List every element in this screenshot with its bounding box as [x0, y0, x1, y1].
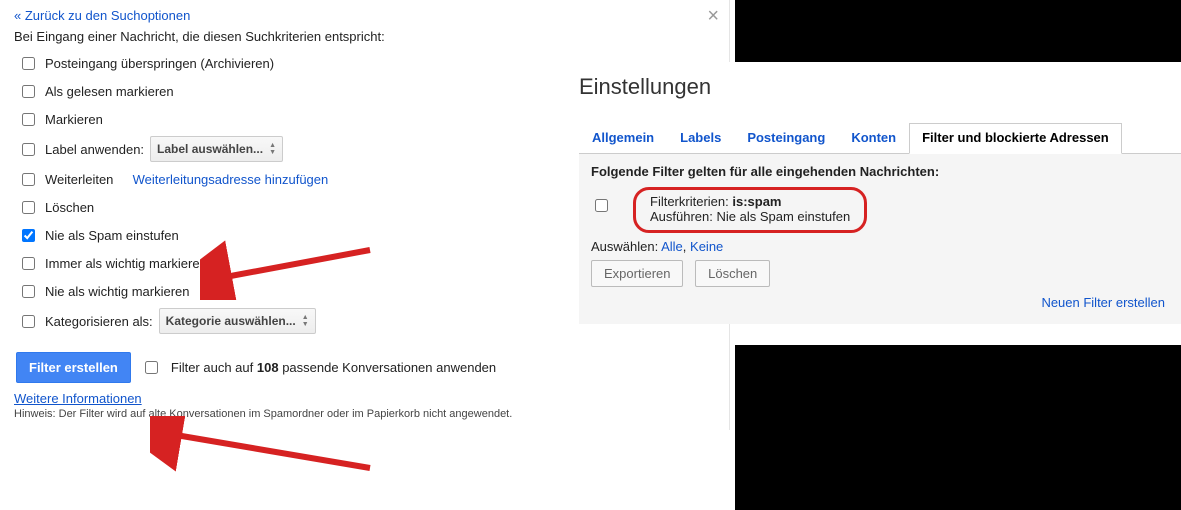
filters-panel-body: Folgende Filter gelten für alle eingehen… — [579, 154, 1181, 324]
apply-label-label: Label anwenden: — [45, 142, 144, 157]
select-arrows-icon: ▲▼ — [269, 142, 276, 156]
more-info-link[interactable]: Weitere Informationen — [14, 391, 142, 406]
never-spam-label: Nie als Spam einstufen — [45, 228, 179, 243]
delete-checkbox[interactable] — [22, 201, 35, 214]
mark-read-label: Als gelesen markieren — [45, 84, 174, 99]
categorize-label: Kategorisieren als: — [45, 314, 153, 329]
forward-label: Weiterleiten — [45, 172, 113, 187]
also-apply-prefix: Filter auch auf — [171, 360, 257, 375]
never-spam-checkbox[interactable] — [22, 229, 35, 242]
star-label: Markieren — [45, 112, 103, 127]
apply-label-checkbox[interactable] — [22, 143, 35, 156]
back-to-search-options-link[interactable]: « Zurück zu den Suchoptionen — [14, 8, 190, 23]
tab-filters[interactable]: Filter und blockierte Adressen — [909, 123, 1122, 154]
never-important-checkbox[interactable] — [22, 285, 35, 298]
redaction-block — [735, 345, 1181, 510]
category-select-value: Kategorie auswählen... — [166, 314, 296, 328]
select-arrows-icon: ▲▼ — [302, 314, 309, 328]
filter-row-checkbox[interactable] — [595, 199, 608, 212]
also-apply-suffix: passende Konversationen anwenden — [279, 360, 497, 375]
forward-checkbox[interactable] — [22, 173, 35, 186]
tab-inbox[interactable]: Posteingang — [734, 123, 838, 154]
annotation-highlight-box: Filterkriterien: is:spam Ausführen: Nie … — [633, 187, 867, 233]
hint-text: Hinweis: Der Filter wird auf alte Konver… — [14, 408, 715, 420]
filter-criteria-label: Filterkriterien: — [650, 194, 732, 209]
filter-action-label: Ausführen: — [650, 209, 717, 224]
select-all-link[interactable]: Alle — [661, 239, 683, 254]
mark-read-checkbox[interactable] — [22, 85, 35, 98]
new-filter-link[interactable]: Neuen Filter erstellen — [1041, 295, 1165, 310]
never-important-label: Nie als wichtig markieren — [45, 284, 190, 299]
delete-label: Löschen — [45, 200, 94, 215]
tab-accounts[interactable]: Konten — [838, 123, 909, 154]
tab-general[interactable]: Allgemein — [579, 123, 667, 154]
create-filter-button[interactable]: Filter erstellen — [16, 352, 131, 383]
filter-criteria-value: is:spam — [732, 194, 781, 209]
star-checkbox[interactable] — [22, 113, 35, 126]
filter-row: Filterkriterien: is:spam Ausführen: Nie … — [591, 187, 1169, 233]
filter-action-value: Nie als Spam einstufen — [717, 209, 851, 224]
category-select[interactable]: Kategorie auswählen... ▲▼ — [159, 308, 316, 334]
always-important-checkbox[interactable] — [22, 257, 35, 270]
redaction-block — [735, 0, 1181, 62]
label-select[interactable]: Label auswählen... ▲▼ — [150, 136, 283, 162]
skip-inbox-checkbox[interactable] — [22, 57, 35, 70]
also-apply-count: 108 — [257, 360, 279, 375]
comma-separator: , — [683, 239, 690, 254]
also-apply-checkbox[interactable] — [145, 361, 158, 374]
filters-heading: Folgende Filter gelten für alle eingehen… — [591, 164, 939, 179]
select-label: Auswählen: — [591, 239, 661, 254]
settings-panel: Einstellungen Allgemein Labels Posteinga… — [565, 62, 1181, 324]
dialog-intro-text: Bei Eingang einer Nachricht, die diesen … — [14, 29, 715, 44]
always-important-label: Immer als wichtig markieren — [45, 256, 207, 271]
close-icon[interactable]: × — [707, 6, 719, 26]
skip-inbox-label: Posteingang überspringen (Archivieren) — [45, 56, 274, 71]
select-none-link[interactable]: Keine — [690, 239, 723, 254]
settings-tabs: Allgemein Labels Posteingang Konten Filt… — [579, 122, 1181, 154]
delete-filters-button[interactable]: Löschen — [695, 260, 770, 287]
label-select-value: Label auswählen... — [157, 142, 263, 156]
export-button[interactable]: Exportieren — [591, 260, 683, 287]
settings-title: Einstellungen — [579, 74, 1181, 100]
tab-labels[interactable]: Labels — [667, 123, 734, 154]
add-forward-address-link[interactable]: Weiterleitungsadresse hinzufügen — [133, 172, 329, 187]
also-apply-label: Filter auch auf 108 passende Konversatio… — [171, 360, 496, 375]
categorize-checkbox[interactable] — [22, 315, 35, 328]
